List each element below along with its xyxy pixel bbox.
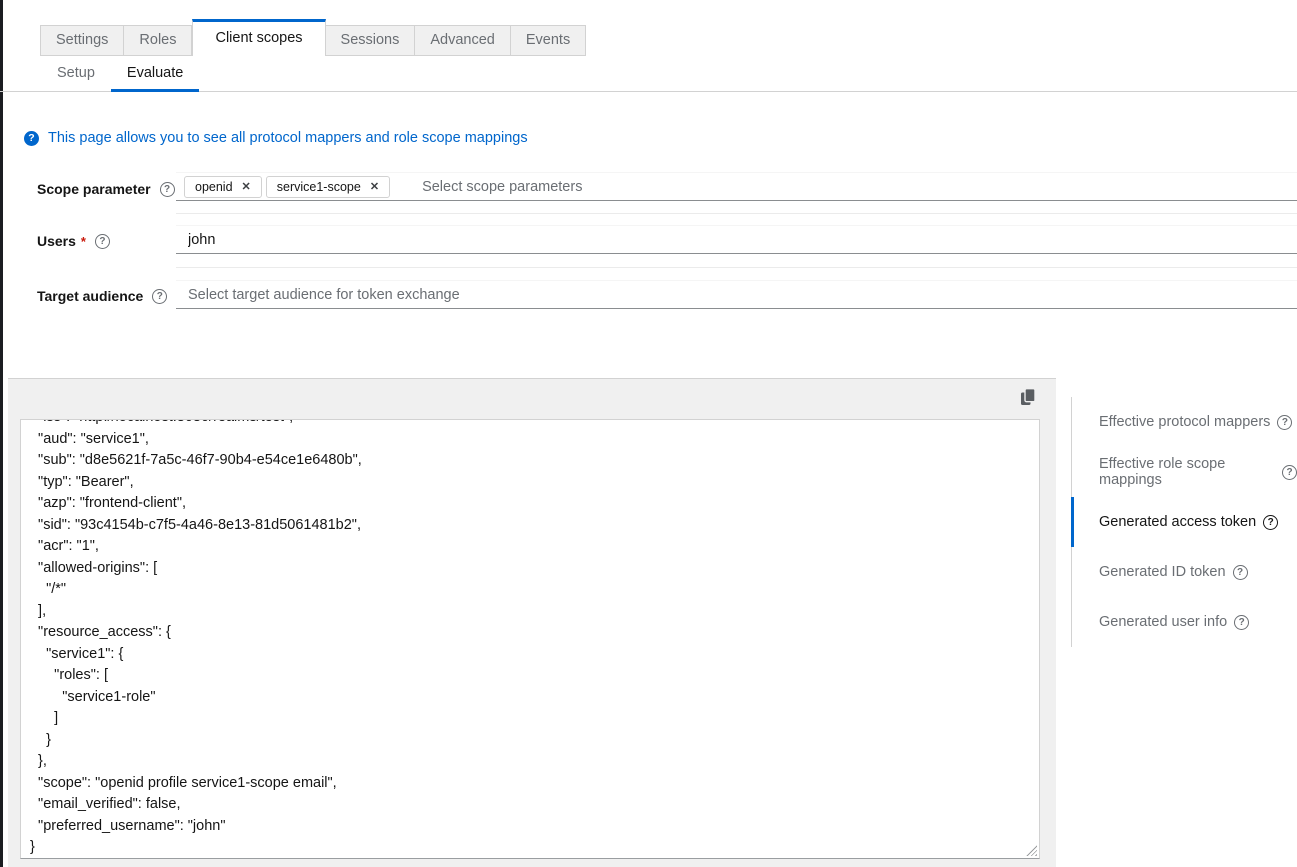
row-divider: [176, 213, 1297, 214]
users-label: Users * ?: [37, 233, 110, 249]
side-tab-label: Effective role scope mappings: [1099, 456, 1275, 488]
target-audience-label: Target audience ?: [37, 288, 167, 304]
client-tabs: SettingsRolesClient scopesSessionsAdvanc…: [40, 19, 586, 56]
side-tab-effective-protocol-mappers[interactable]: Effective protocol mappers?: [1071, 397, 1297, 447]
chip-remove-icon[interactable]: ✕: [370, 180, 379, 193]
target-audience-label-text: Target audience: [37, 288, 143, 304]
access-token-textarea[interactable]: "iss": "http://localhost:8080/realms/tes…: [20, 419, 1040, 859]
copy-button[interactable]: [1014, 384, 1042, 410]
subtab-evaluate[interactable]: Evaluate: [111, 56, 199, 92]
row-divider: [176, 267, 1297, 268]
users-input[interactable]: [176, 225, 1297, 254]
access-token-json: "iss": "http://localhost:8080/realms/tes…: [21, 419, 1039, 859]
chip-service1-scope: service1-scope ✕: [266, 176, 390, 198]
subtab-setup[interactable]: Setup: [41, 56, 111, 92]
tab-client-scopes[interactable]: Client scopes: [192, 19, 325, 56]
side-tab-generated-id-token[interactable]: Generated ID token?: [1071, 547, 1297, 597]
scope-parameter-label-text: Scope parameter: [37, 181, 151, 197]
scope-parameter-label: Scope parameter ?: [37, 181, 175, 197]
tab-advanced[interactable]: Advanced: [415, 25, 511, 56]
tab-sessions[interactable]: Sessions: [326, 25, 416, 56]
users-help-icon[interactable]: ?: [95, 234, 110, 249]
generated-token-panel: "iss": "http://localhost:8080/realms/tes…: [8, 378, 1056, 867]
required-indicator: *: [81, 234, 86, 249]
target-audience-input[interactable]: [176, 280, 1297, 309]
help-icon[interactable]: ?: [1233, 565, 1248, 580]
scope-parameter-help-icon[interactable]: ?: [160, 182, 175, 197]
side-tab-effective-role-scope-mappings[interactable]: Effective role scope mappings?: [1071, 447, 1297, 497]
target-audience-help-icon[interactable]: ?: [152, 289, 167, 304]
help-icon[interactable]: ?: [1277, 415, 1292, 430]
scope-parameter-placeholder: Select scope parameters: [422, 179, 582, 195]
page-help-banner: ? This page allows you to see all protoc…: [24, 130, 528, 146]
tab-settings[interactable]: Settings: [40, 25, 124, 56]
scope-parameter-multiselect[interactable]: openid ✕ service1-scope ✕ Select scope para…: [176, 172, 1297, 201]
help-circle-icon: ?: [24, 131, 39, 146]
side-tab-label: Generated ID token: [1099, 564, 1226, 580]
tab-roles[interactable]: Roles: [124, 25, 192, 56]
side-tab-label: Generated user info: [1099, 614, 1227, 630]
help-icon[interactable]: ?: [1263, 515, 1278, 530]
help-icon[interactable]: ?: [1282, 465, 1297, 480]
side-tab-generated-user-info[interactable]: Generated user info?: [1071, 597, 1297, 647]
help-icon[interactable]: ?: [1234, 615, 1249, 630]
side-tab-generated-access-token[interactable]: Generated access token?: [1071, 497, 1297, 547]
side-tab-label: Generated access token: [1099, 514, 1256, 530]
chip-label: service1-scope: [277, 180, 361, 194]
client-scopes-subtabs: SetupEvaluate: [41, 56, 199, 92]
users-label-text: Users: [37, 233, 76, 249]
result-type-tabs: Effective protocol mappers?Effective rol…: [1071, 397, 1297, 647]
page-help-text: This page allows you to see all protocol…: [48, 130, 528, 146]
chip-label: openid: [195, 180, 233, 194]
copy-icon: [1020, 388, 1036, 406]
chip-remove-icon[interactable]: ✕: [242, 180, 251, 193]
app-nav-edge: [0, 0, 3, 867]
chip-openid: openid ✕: [184, 176, 262, 198]
tab-events[interactable]: Events: [511, 25, 586, 56]
side-tab-label: Effective protocol mappers: [1099, 414, 1270, 430]
scope-parameter-chips: openid ✕ service1-scope ✕: [184, 176, 394, 198]
